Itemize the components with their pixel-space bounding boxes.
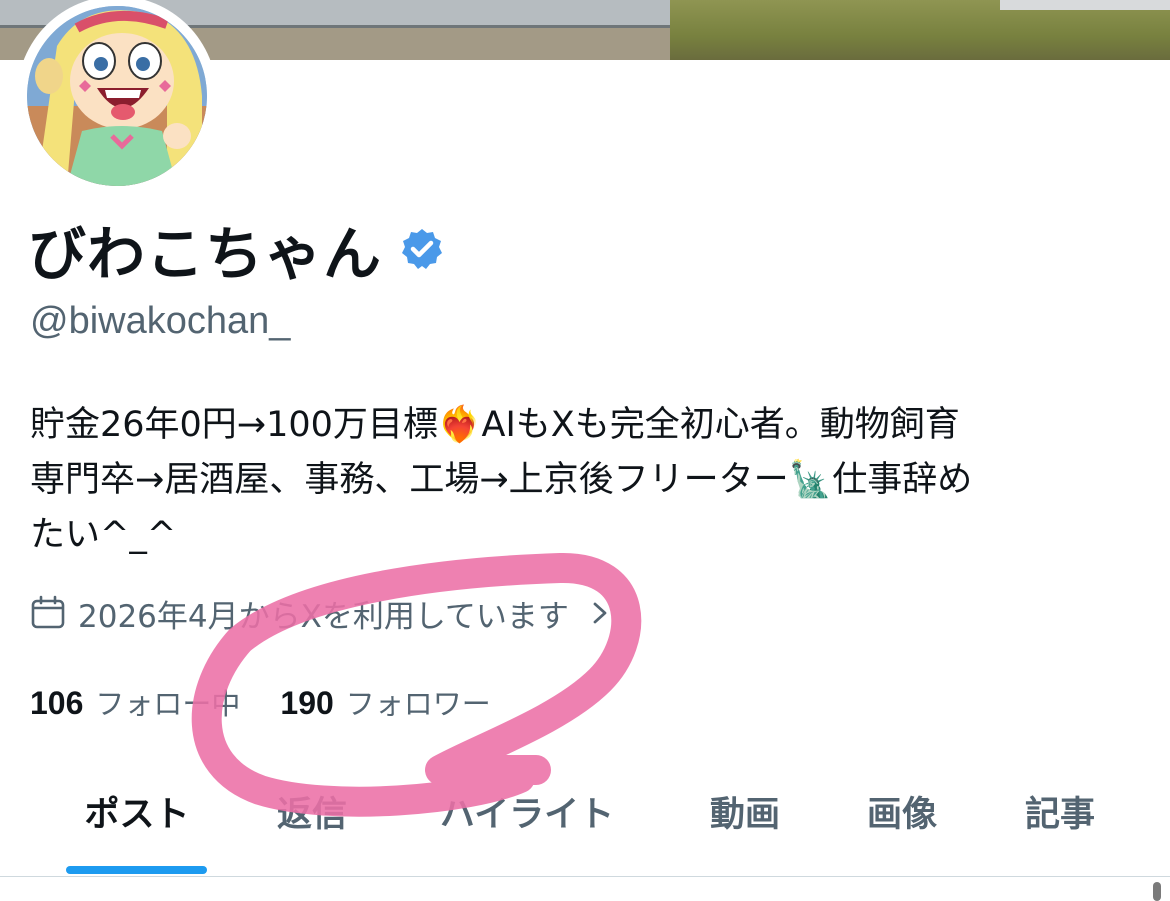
avatar-cartoon-icon: [27, 6, 207, 186]
calendar-icon: [31, 595, 65, 629]
followers-label: フォロワー: [345, 687, 491, 721]
tab-highlights[interactable]: ハイライト: [402, 786, 652, 846]
joined-date: 2026年4月からXを利用しています: [78, 598, 569, 635]
scrollbar[interactable]: [1153, 882, 1161, 901]
joined-date-row[interactable]: 2026年4月からXを利用しています: [30, 592, 611, 635]
profile-tabs: ポスト 返信 ハイライト 動画 画像 記事: [0, 770, 1170, 876]
chevron-right-icon: [593, 602, 607, 624]
followers-count: 190: [280, 685, 334, 721]
avatar[interactable]: [27, 6, 207, 186]
display-name: びわこちゃん: [28, 220, 383, 288]
handle: @biwakochan_: [30, 300, 291, 342]
tabs-divider: [0, 876, 1170, 877]
tab-images[interactable]: 画像: [822, 786, 982, 846]
following-count: 106: [30, 685, 84, 721]
bio-line-1: 貯金26年0円→100万目標❤️‍🔥AIもXも完全初心者。動物飼育: [30, 405, 960, 445]
verified-badge-icon[interactable]: [400, 227, 444, 271]
following-link[interactable]: 106 フォロー中: [30, 681, 240, 723]
name-row: びわこちゃん: [28, 214, 444, 288]
tab-posts[interactable]: ポスト: [52, 786, 222, 846]
bio: 貯金26年0円→100万目標❤️‍🔥AIもXも完全初心者。動物飼育 専門卒→居酒…: [30, 398, 1150, 563]
tab-replies[interactable]: 返信: [232, 786, 392, 846]
bio-line-3: たい^_^: [30, 515, 177, 555]
tab-videos[interactable]: 動画: [665, 786, 825, 846]
bio-line-2: 専門卒→居酒屋、事務、工場→上京後フリーター🗽仕事辞め: [30, 460, 973, 500]
followers-link[interactable]: 190 フォロワー: [280, 681, 490, 723]
tab-articles[interactable]: 記事: [980, 786, 1140, 846]
banner-sky: [1000, 0, 1170, 10]
follow-stats: 106 フォロー中 190 フォロワー: [30, 680, 491, 724]
active-tab-indicator: [66, 866, 207, 874]
following-label: フォロー中: [95, 687, 241, 721]
